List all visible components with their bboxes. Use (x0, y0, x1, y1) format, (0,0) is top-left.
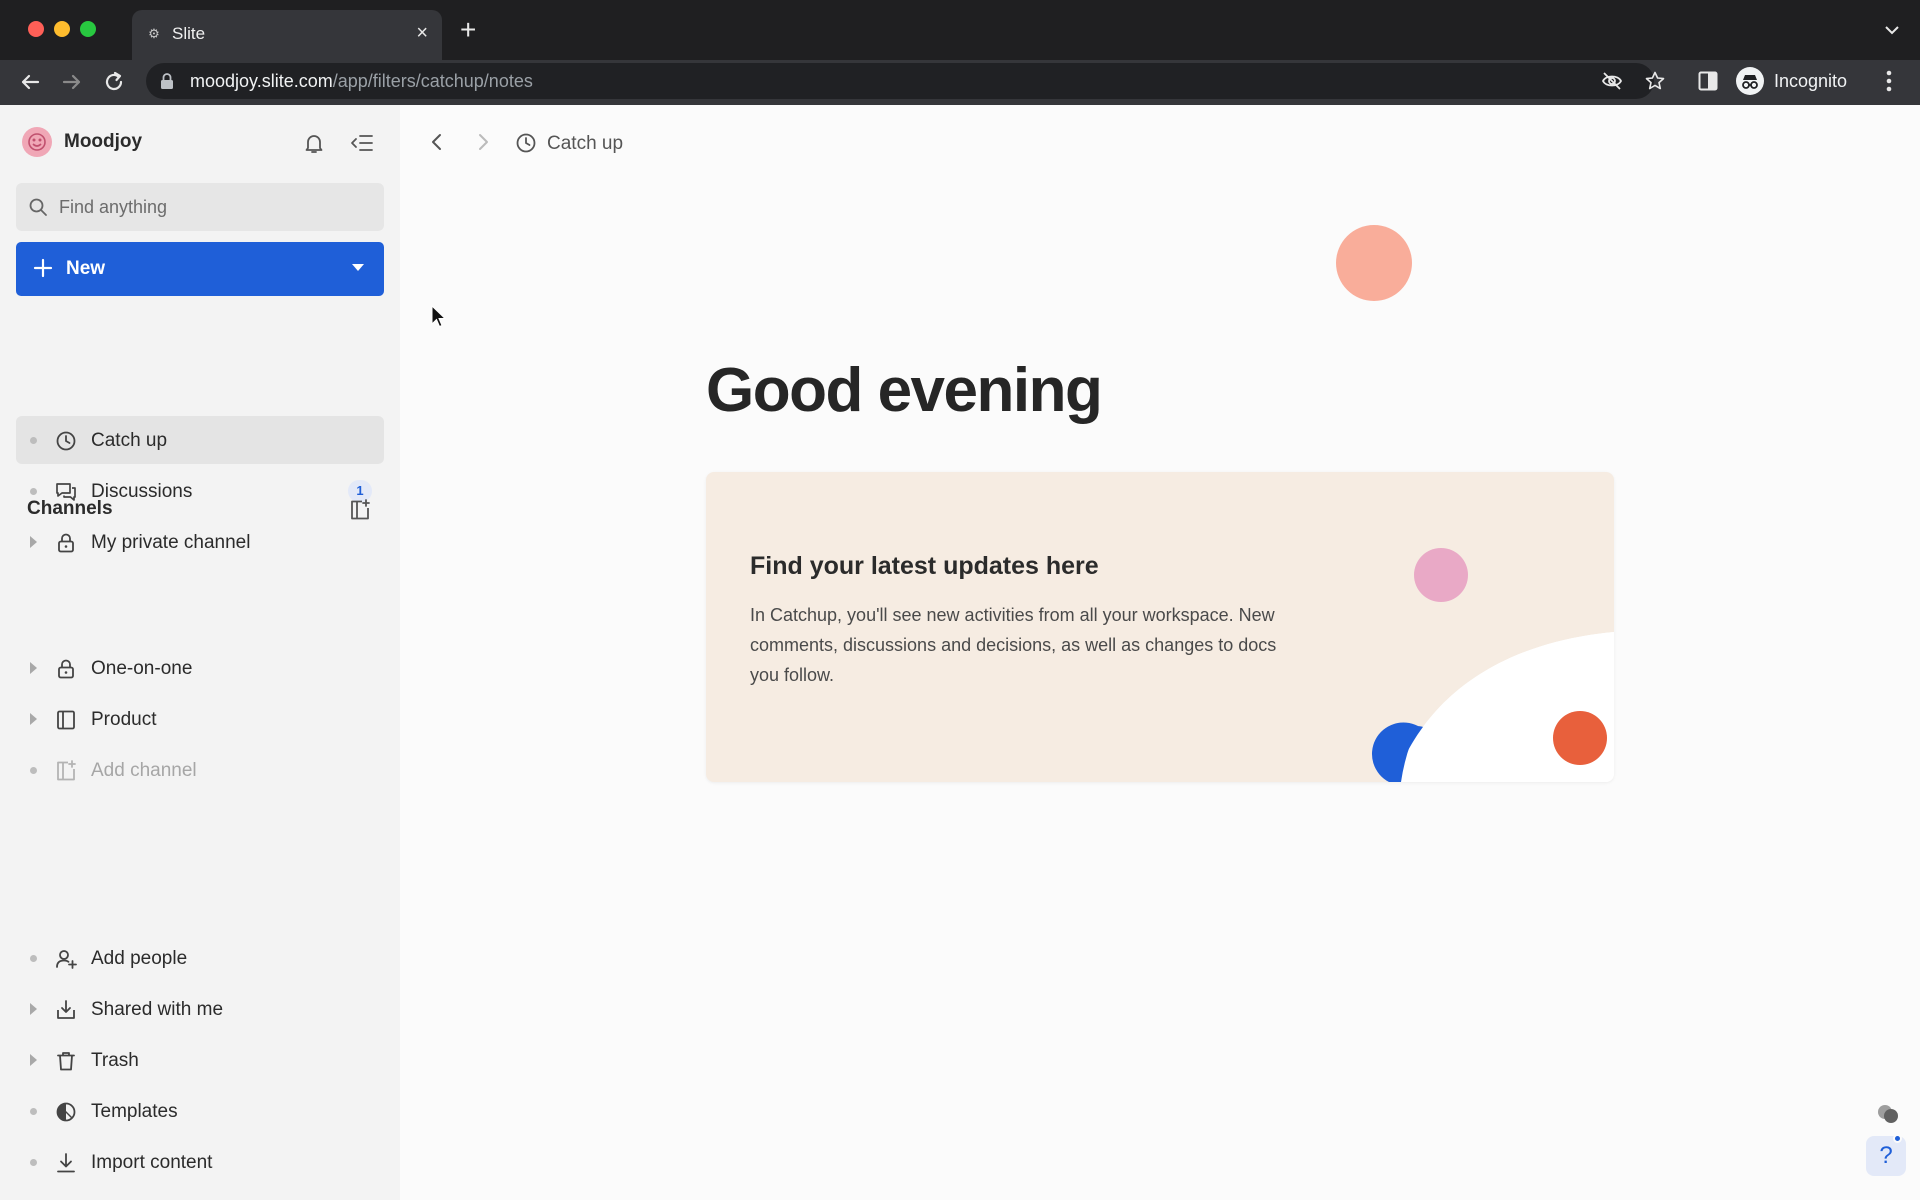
slite-favicon-icon: ⚙ (148, 26, 160, 41)
expand-arrow-icon[interactable] (30, 662, 37, 674)
sidebar-item-label: Shared with me (91, 999, 224, 1020)
window-zoom-button[interactable] (80, 21, 96, 37)
sidebar-item-templates[interactable]: Templates (16, 1087, 384, 1135)
breadcrumb[interactable]: Catch up (547, 133, 623, 155)
page-title: Good evening (706, 356, 1103, 425)
forward-chevron-icon[interactable] (472, 131, 494, 153)
card-description: In Catchup, you'll see new activities fr… (750, 605, 1277, 685)
add-channel-icon (57, 760, 76, 781)
sidebar-item-label: Import content (91, 1152, 213, 1173)
add-person-icon (56, 950, 77, 969)
sidebar-item-one-on-one[interactable] (16, 539, 384, 587)
inbox-icon (57, 1000, 75, 1019)
collapse-sidebar-icon[interactable] (350, 132, 374, 154)
search-placeholder: Find anything (59, 197, 168, 217)
url-path: /app/filters/catchup/notes (332, 71, 533, 91)
main-content: Catch up Good evening Find your latest u… (400, 105, 1920, 1200)
window-close-button[interactable] (28, 21, 44, 37)
url-text: moodjoy.slite.com/app/filters/catchup/no… (190, 71, 533, 92)
mouse-cursor-icon (431, 305, 447, 328)
document-icon (57, 710, 75, 730)
catchup-empty-state-card: Find your latest updates here In Catchup… (706, 472, 1614, 782)
sidebar-item-label: Add people (91, 948, 188, 969)
search-icon (29, 198, 47, 216)
sidebar-item-label: Catch up (91, 430, 168, 451)
sidebar-item-product[interactable]: Product (16, 695, 384, 743)
sidebar-item-one-on-one[interactable]: One-on-one (16, 644, 384, 692)
decorative-circle (1336, 225, 1412, 301)
expand-arrow-icon[interactable] (30, 1054, 37, 1066)
bullet-icon (30, 488, 37, 495)
back-chevron-icon[interactable] (426, 131, 448, 153)
sidebar-item-trash[interactable]: Trash (16, 1036, 384, 1084)
sidebar-item-add-people[interactable]: Add people (16, 934, 384, 982)
eye-off-icon[interactable] (1601, 70, 1623, 92)
address-bar[interactable]: moodjoy.slite.com/app/filters/catchup/no… (146, 63, 1665, 99)
incognito-profile-button[interactable]: Incognito (1736, 65, 1847, 97)
download-icon (57, 1153, 75, 1173)
bullet-icon (30, 1159, 37, 1166)
trash-icon (57, 1052, 75, 1071)
clock-icon (516, 133, 536, 153)
new-tab-button[interactable]: + (460, 16, 476, 44)
workspace-logo-icon (22, 127, 52, 157)
sidebar: Moodjoy Find anything New Catch up Discu… (0, 105, 400, 1200)
new-dropdown-caret-icon[interactable] (352, 264, 364, 271)
workspace-switcher[interactable]: Moodjoy (22, 127, 142, 157)
notification-dot (1893, 1134, 1902, 1143)
lock-icon (58, 659, 74, 679)
sidebar-item-add-channel[interactable]: Add channel (16, 746, 384, 794)
expand-arrow-icon[interactable] (30, 713, 37, 725)
back-arrow-icon[interactable] (16, 68, 44, 96)
help-button[interactable]: ? (1866, 1134, 1906, 1176)
sidebar-item-label: Templates (91, 1101, 178, 1122)
profile-label: Incognito (1774, 70, 1848, 91)
incognito-icon (1736, 67, 1764, 95)
url-host: moodjoy.slite.com (190, 71, 333, 91)
presence-avatars-icon[interactable] (1876, 1102, 1900, 1126)
browser-tab-bar: ⚙ Slite × + (0, 0, 1920, 60)
window-minimize-button[interactable] (54, 21, 70, 37)
new-channel-icon[interactable] (348, 498, 372, 522)
reload-icon[interactable] (100, 68, 128, 96)
new-button-label: New (66, 258, 106, 279)
clock-icon (56, 431, 76, 451)
lock-icon (161, 73, 173, 89)
forward-arrow-icon[interactable] (58, 68, 86, 96)
templates-icon (56, 1102, 76, 1122)
sidebar-item-label: Trash (91, 1050, 139, 1071)
search-input[interactable]: Find anything (16, 183, 384, 231)
bullet-icon (30, 1108, 37, 1115)
new-button[interactable]: New (16, 242, 384, 296)
browser-tab[interactable]: ⚙ Slite × (132, 10, 442, 60)
bullet-icon (30, 955, 37, 962)
sidebar-item-shared-with-me[interactable]: Shared with me (16, 985, 384, 1033)
bullet-icon (30, 437, 37, 444)
bell-icon[interactable] (302, 131, 326, 155)
tab-title: Slite (172, 24, 206, 43)
plus-icon (33, 258, 53, 278)
expand-arrow-icon[interactable] (30, 1003, 37, 1015)
tab-close-icon[interactable]: × (416, 22, 428, 44)
sidebar-item-catch-up[interactable]: Catch up (16, 416, 384, 464)
browser-menu-icon[interactable] (1878, 68, 1900, 94)
help-icon: ? (1879, 1142, 1893, 1169)
sidebar-item-import-content[interactable]: Import content (16, 1138, 384, 1186)
bookmark-star-icon[interactable] (1644, 70, 1666, 92)
workspace-name: Moodjoy (64, 131, 143, 152)
bullet-icon (30, 767, 37, 774)
tab-search-chevron-icon[interactable] (1882, 20, 1902, 40)
sidebar-item-label: Add channel (91, 760, 197, 781)
sidebar-item-label: Product (91, 709, 157, 730)
side-panel-icon[interactable] (1697, 70, 1719, 92)
channels-heading: Channels (27, 498, 113, 519)
sidebar-item-label: One-on-one (91, 658, 193, 679)
card-title: Find your latest updates here (750, 552, 1099, 580)
